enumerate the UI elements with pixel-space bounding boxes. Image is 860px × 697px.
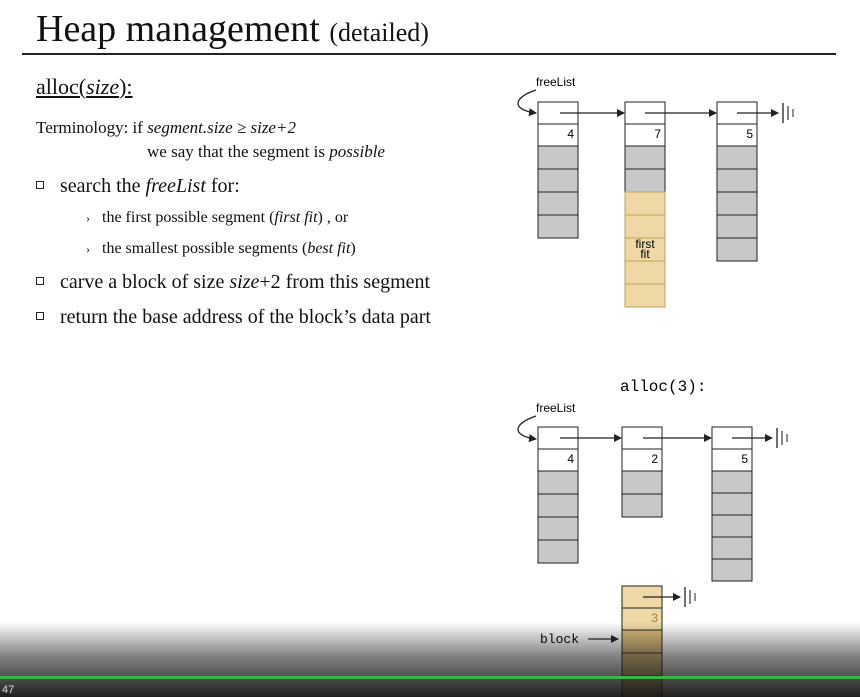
segment-size: 4 [567,127,574,141]
segment-size: 4 [567,452,574,466]
segment-c: 5 [716,101,758,262]
segment-size: 2 [651,452,658,466]
diagram-freelist-before: freeList 4 7 first fit 5 [517,75,794,308]
segment-a: 4 [537,426,579,564]
freelist-label: freeList [536,75,576,89]
video-controls-overlay[interactable] [0,622,860,697]
segment-size: 5 [741,452,748,466]
segment-b: 2 [621,426,663,518]
segment-size: 7 [654,127,661,141]
segment-a: 4 [537,101,579,239]
segment-b: 7 first fit [624,101,666,308]
freelist-arrow [517,89,537,117]
freelist-label: freeList [536,401,576,415]
heap-diagrams: freeList 4 7 first fit 5 alloc(3): freeL… [517,75,794,697]
progress-fill[interactable] [0,676,860,679]
segment-c: 5 [711,426,753,582]
freelist-arrow [517,415,537,443]
first-fit-label-2: fit [640,247,650,261]
alloc-call-label: alloc(3): [620,378,706,396]
time-display: 47 [2,684,15,696]
segment-size: 5 [746,127,753,141]
